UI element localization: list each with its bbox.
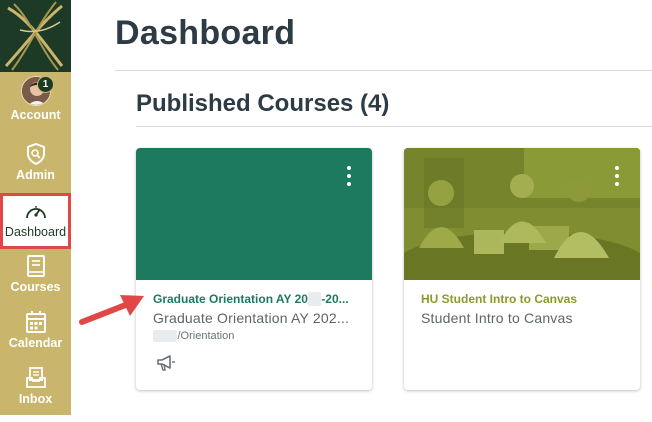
nav-dashboard-label: Dashboard: [4, 225, 67, 239]
section-title: Published Courses (4): [136, 90, 390, 117]
institution-logo[interactable]: [0, 0, 71, 72]
course-card-hero[interactable]: [136, 148, 372, 280]
course-card-hero-image[interactable]: [404, 148, 640, 304]
course-term-text: /Orientation: [177, 330, 235, 342]
nav-admin[interactable]: Admin: [0, 142, 71, 198]
course-card-term: 2024/Orientation: [153, 330, 234, 342]
dashboard-gauge-icon: [24, 199, 48, 223]
course-link-text: Graduate Orientation AY 20: [153, 292, 308, 306]
admin-shield-icon: [24, 142, 48, 166]
page-title: Dashboard: [115, 14, 296, 52]
course-card-link[interactable]: Graduate Orientation AY 2024-20...: [153, 292, 349, 306]
nav-account-label: Account: [10, 108, 61, 122]
redacted-term: 2024: [153, 330, 178, 342]
title-divider: [115, 70, 652, 71]
nav-inbox-label: Inbox: [18, 392, 53, 406]
section-divider: [136, 126, 652, 127]
course-card-link[interactable]: HU Student Intro to Canvas: [421, 292, 577, 306]
course-card-options-button[interactable]: [346, 166, 352, 186]
nav-calendar[interactable]: Calendar: [0, 310, 71, 366]
courses-book-icon: [24, 254, 48, 278]
course-card-subtitle: Graduate Orientation AY 202...: [153, 310, 350, 326]
course-card-graduate-orientation[interactable]: Graduate Orientation AY 2024-20... Gradu…: [136, 148, 372, 390]
inbox-icon: [24, 366, 48, 390]
nav-courses[interactable]: Courses: [0, 254, 71, 310]
global-nav-sidebar: 1 Account Admin Dashboard Courses Calend…: [0, 0, 71, 415]
calendar-icon: [24, 310, 48, 334]
nav-courses-label: Courses: [10, 280, 61, 294]
annotation-arrow-icon: [79, 295, 144, 325]
nav-admin-label: Admin: [16, 168, 55, 182]
notification-badge: 1: [37, 76, 54, 93]
course-card-options-button[interactable]: [614, 166, 620, 186]
redacted-year: 24: [307, 292, 322, 306]
nav-calendar-label: Calendar: [8, 336, 63, 350]
nav-account[interactable]: 1 Account: [0, 76, 71, 132]
course-card-hu-intro-canvas[interactable]: HU Student Intro to Canvas Student Intro…: [404, 148, 640, 390]
nav-dashboard[interactable]: Dashboard: [0, 193, 71, 249]
course-link-suffix: -20...: [321, 292, 349, 306]
nav-inbox[interactable]: Inbox: [0, 366, 71, 422]
announcements-icon[interactable]: [156, 354, 176, 372]
course-card-subtitle: Student Intro to Canvas: [421, 310, 573, 326]
